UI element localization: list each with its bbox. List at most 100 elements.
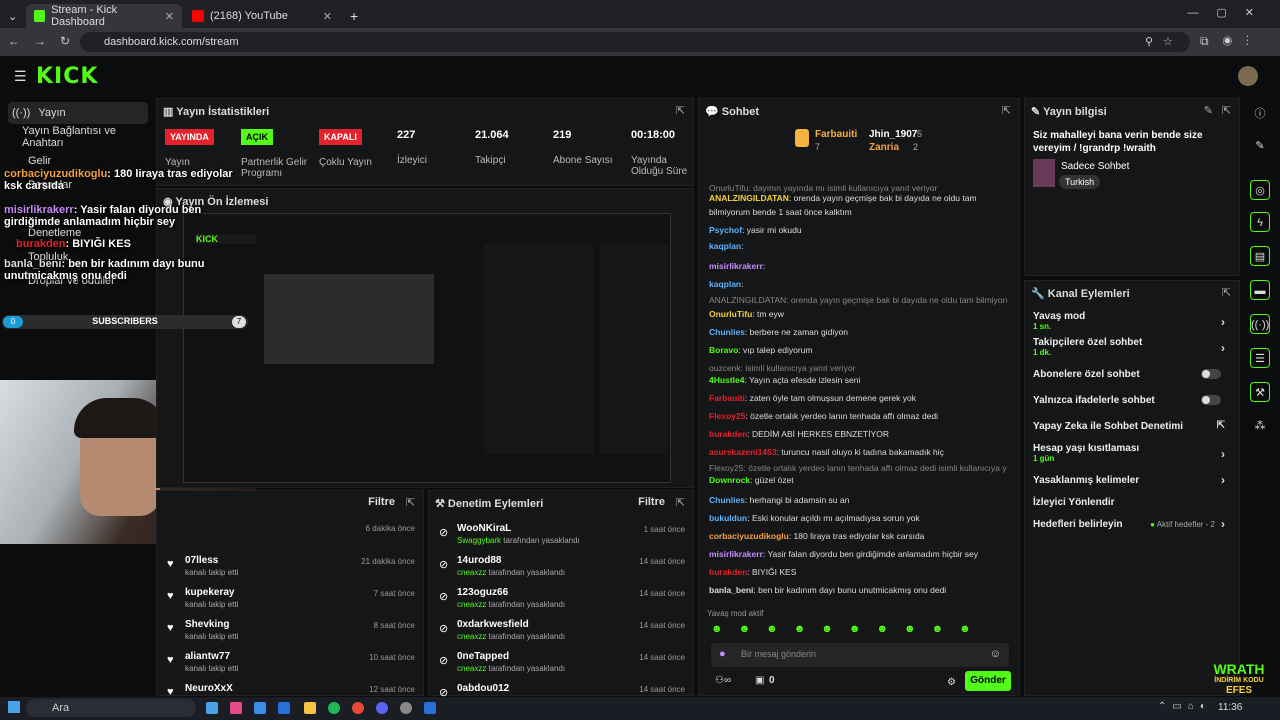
- chat-username[interactable]: Flexoy25: [709, 411, 745, 421]
- send-button[interactable]: Gönder: [965, 671, 1011, 691]
- follower-name[interactable]: 07lless: [185, 555, 218, 566]
- chat-username[interactable]: OnurluTifu: [709, 309, 752, 319]
- edit-icon[interactable]: ✎: [1250, 136, 1270, 156]
- avatar[interactable]: [1238, 66, 1258, 86]
- windows-start-icon[interactable]: [8, 701, 20, 713]
- chat-username[interactable]: misirlikrakerr: [709, 549, 763, 559]
- chat-username[interactable]: burakden: [709, 429, 747, 439]
- widgets-icon[interactable]: ⁂: [1250, 416, 1270, 436]
- wrench-icon[interactable]: ⚒: [1250, 382, 1270, 402]
- close-tab-icon[interactable]: ✕: [323, 10, 332, 23]
- action-banned-words[interactable]: Yasaklanmış kelimeler ›: [1033, 473, 1231, 487]
- chrome-icon[interactable]: [352, 702, 364, 714]
- expand-icon[interactable]: ⇱: [1222, 286, 1231, 299]
- subs-only-toggle[interactable]: [1201, 369, 1221, 379]
- emote-bar[interactable]: ☻☻☻☻☻☻☻☻☻☻: [711, 623, 1007, 637]
- emote-only-toggle[interactable]: [1201, 395, 1221, 405]
- action-account-age[interactable]: Hesap yaşı kısıtlaması 1 gün ›: [1033, 443, 1231, 463]
- chat-bubble-icon[interactable]: ▬: [1250, 280, 1270, 300]
- lightning-icon[interactable]: ϟ: [1250, 212, 1270, 232]
- new-tab-button[interactable]: +: [342, 4, 362, 28]
- list-icon[interactable]: ☰: [1250, 348, 1270, 368]
- tab-list-icon[interactable]: ⌄: [0, 4, 24, 28]
- top-user-name[interactable]: Zanria: [869, 142, 899, 153]
- sidebar-item-stream-key[interactable]: Yayın Bağlantısı ve Anahtarı: [18, 125, 158, 149]
- clock[interactable]: 11:36: [1218, 702, 1242, 713]
- close-tab-icon[interactable]: ✕: [165, 10, 174, 23]
- discord-icon[interactable]: [376, 702, 388, 714]
- action-ai-moderation[interactable]: Yapay Zeka ile Sohbet Denetimi ⇱: [1033, 420, 1231, 432]
- app-icon[interactable]: [400, 702, 412, 714]
- banned-user[interactable]: 14urod88: [457, 555, 501, 566]
- action-raid[interactable]: İzleyici Yönlendir: [1033, 497, 1231, 508]
- tab-youtube[interactable]: (2168) YouTube ✕: [184, 4, 340, 28]
- app-icon[interactable]: [278, 702, 290, 714]
- taskbar-search[interactable]: Ara: [26, 699, 196, 717]
- follower-name[interactable]: aliantw77: [185, 651, 230, 662]
- app-icon[interactable]: [230, 702, 242, 714]
- settings-gear-icon[interactable]: ⚙: [947, 677, 956, 688]
- menu-icon[interactable]: ☰: [14, 68, 27, 85]
- follower-name[interactable]: NeuroXxX: [185, 683, 233, 694]
- action-slow-mode[interactable]: Yavaş mod 1 sn. ›: [1033, 311, 1231, 331]
- nav-buttons[interactable]: ←→↻: [8, 34, 84, 48]
- mic-icon[interactable]: ●: [719, 648, 726, 660]
- filter-button[interactable]: Filtre: [638, 496, 665, 508]
- chat-username[interactable]: banla_beni: [709, 585, 753, 595]
- chat-username[interactable]: asurekazeni1453: [709, 447, 777, 457]
- action-emote-only[interactable]: Yalnızca ifadelerle sohbet: [1033, 395, 1231, 406]
- camera-icon[interactable]: ◎: [1250, 180, 1270, 200]
- chat-username[interactable]: Chunlies: [709, 495, 745, 505]
- chat-username[interactable]: kaqplan: [709, 279, 741, 289]
- url-field[interactable]: dashboard.kick.com/stream: [80, 32, 1190, 52]
- tab-kick-dashboard[interactable]: Stream - Kick Dashboard ✕: [26, 4, 182, 28]
- chat-username[interactable]: ANALZINGILDATAN: [709, 193, 789, 203]
- tray-icons[interactable]: ⌃▭⌂◐: [1158, 701, 1212, 712]
- spotify-icon[interactable]: [328, 702, 340, 714]
- action-goals[interactable]: Hedefleri belirleyin ● Aktif hedefler - 2…: [1033, 517, 1231, 531]
- gift-icon[interactable]: ▣: [755, 675, 764, 686]
- follower-name[interactable]: Shevking: [185, 619, 229, 630]
- action-followers-only[interactable]: Takipçilere özel sohbet 1 dk. ›: [1033, 337, 1231, 357]
- address-icons[interactable]: ⚲☆: [1145, 35, 1183, 48]
- folder-icon[interactable]: [304, 702, 316, 714]
- banned-user[interactable]: WooNKiraL: [457, 523, 511, 534]
- chat-username[interactable]: kaqplan: [709, 241, 741, 251]
- expand-icon[interactable]: ⇱: [406, 496, 415, 509]
- info-icon[interactable]: ⓘ: [1250, 104, 1270, 124]
- chat-username[interactable]: Boravo: [709, 345, 738, 355]
- language-tag[interactable]: Turkish: [1059, 175, 1101, 189]
- expand-icon[interactable]: ⇱: [676, 104, 685, 117]
- app-icon[interactable]: [424, 702, 436, 714]
- expand-icon[interactable]: ⇱: [676, 496, 685, 509]
- people-icon[interactable]: ⚇∞: [715, 675, 731, 686]
- sidebar-item-yayin[interactable]: ((·)) Yayın: [8, 102, 148, 124]
- emoji-icon[interactable]: ☺: [990, 648, 1001, 660]
- chat-username[interactable]: misirlikrakerr: [709, 261, 763, 271]
- extensions-icons[interactable]: ⧉◉⋮: [1200, 34, 1263, 49]
- stream-preview-video[interactable]: KICK: [183, 213, 671, 483]
- edit-icon[interactable]: ✎: [1204, 104, 1213, 117]
- banned-user[interactable]: 0neTapped: [457, 651, 509, 662]
- chat-username[interactable]: Chunlies: [709, 327, 745, 337]
- action-subs-only[interactable]: Abonelere özel sohbet: [1033, 369, 1231, 380]
- kick-logo[interactable]: KICK: [36, 64, 98, 89]
- top-user-name[interactable]: Farbauiti: [815, 129, 857, 140]
- top-user-name[interactable]: Jhin_1907: [869, 129, 917, 140]
- follower-name[interactable]: kupekeray: [185, 587, 234, 598]
- expand-icon[interactable]: ⇱: [1222, 104, 1231, 117]
- chat-username[interactable]: Farbauiti: [709, 393, 745, 403]
- chat-input[interactable]: ● Bir mesaj gönderin ☺: [711, 643, 1009, 667]
- document-icon[interactable]: ▤: [1250, 246, 1270, 266]
- chat-username[interactable]: bukuldun: [709, 513, 747, 523]
- chat-username[interactable]: corbaciyuzudikoglu: [709, 531, 789, 541]
- banned-user[interactable]: 0xdarkwesfield: [457, 619, 529, 630]
- banned-user[interactable]: 123oguz66: [457, 587, 508, 598]
- category-name[interactable]: Sadece Sohbet: [1061, 161, 1129, 172]
- app-icon[interactable]: [206, 702, 218, 714]
- filter-button[interactable]: Filtre: [368, 496, 395, 508]
- chat-username[interactable]: burakden: [709, 567, 747, 577]
- banned-user[interactable]: 0abdou012: [457, 683, 509, 694]
- chat-username[interactable]: Downrock: [709, 475, 750, 485]
- expand-icon[interactable]: ⇱: [1002, 104, 1011, 117]
